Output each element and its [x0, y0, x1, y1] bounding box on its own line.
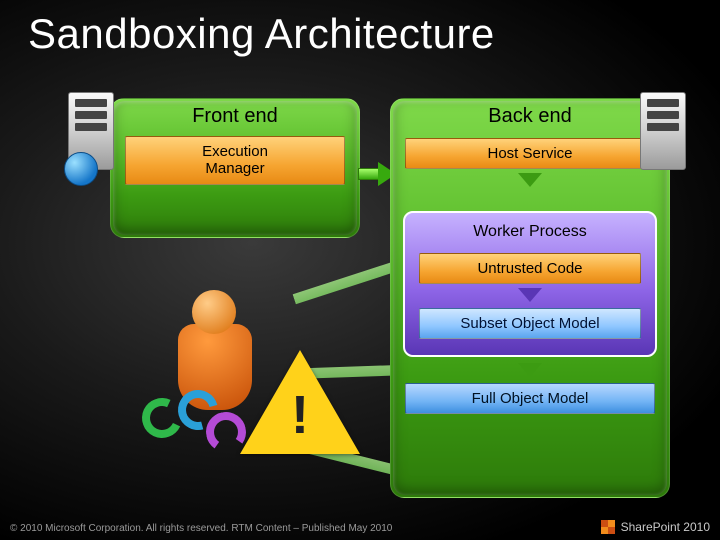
- front-end-heading: Front end: [111, 99, 359, 132]
- back-end-server-icon: [640, 92, 686, 170]
- warning-triangle-icon: [240, 350, 360, 454]
- page-title: Sandboxing Architecture: [0, 0, 720, 58]
- subset-object-model-box: Subset Object Model: [419, 308, 641, 339]
- arrow-down-2: [518, 288, 542, 302]
- execution-manager-box: Execution Manager: [125, 136, 345, 185]
- footer: © 2010 Microsoft Corporation. All rights…: [10, 520, 710, 534]
- copyright-text: © 2010 Microsoft Corporation. All rights…: [10, 523, 392, 534]
- arrow-down-1: [518, 173, 542, 187]
- worker-process-heading: Worker Process: [411, 219, 649, 247]
- back-end-panel: Back end Host Service Worker Process Unt…: [390, 98, 670, 498]
- worker-process-container: Worker Process Untrusted Code Subset Obj…: [403, 211, 657, 357]
- front-end-panel: Front end Execution Manager: [110, 98, 360, 238]
- full-object-model-box: Full Object Model: [405, 383, 655, 414]
- globe-icon: [64, 152, 98, 186]
- arrow-down-3: [518, 363, 542, 377]
- host-service-box: Host Service: [405, 138, 655, 169]
- untrusted-code-box: Untrusted Code: [419, 253, 641, 284]
- product-logo: SharePoint 2010: [601, 520, 710, 534]
- user-cluster: [130, 260, 370, 490]
- recycle-arrows-icon: [142, 390, 252, 460]
- back-end-heading: Back end: [391, 99, 669, 132]
- sharepoint-icon: [601, 520, 615, 534]
- product-name: SharePoint 2010: [621, 520, 710, 534]
- diagram-stage: Front end Execution Manager Back end Hos…: [40, 90, 680, 510]
